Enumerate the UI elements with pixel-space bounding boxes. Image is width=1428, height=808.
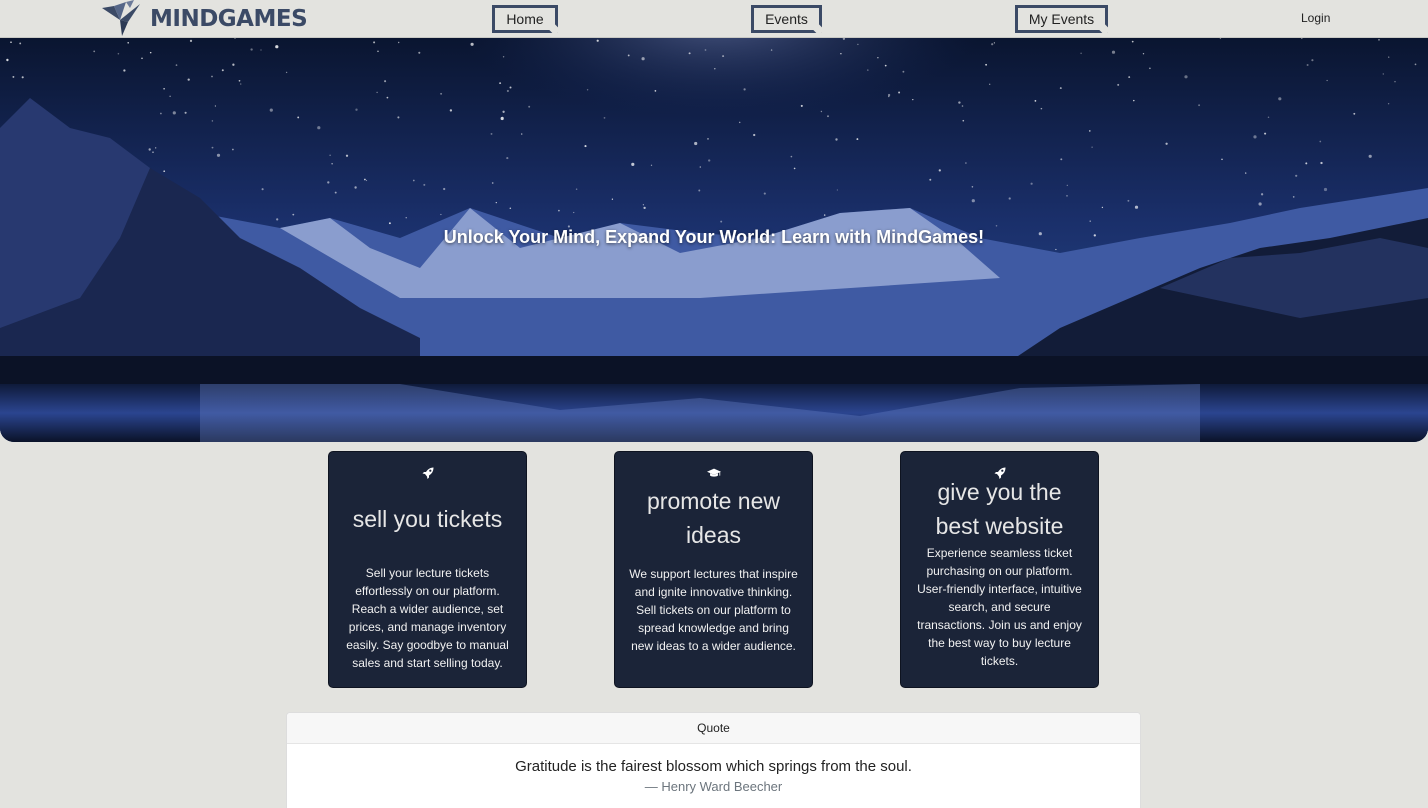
- hero-tagline: Unlock Your Mind, Expand Your World: Lea…: [443, 227, 985, 247]
- navbar: MINDGAMES Home Events My Events Login: [0, 0, 1428, 38]
- nav-events-button[interactable]: Events: [751, 5, 822, 33]
- quote-author: — Henry Ward Beecher: [644, 779, 783, 794]
- brand-logo[interactable]: MINDGAMES: [100, 0, 308, 38]
- quote-card: Quote Gratitude is the fairest blossom w…: [286, 712, 1141, 808]
- hero-banner: Unlock Your Mind, Expand Your World: Lea…: [0, 38, 1428, 442]
- nav-events-label: Events: [765, 11, 808, 27]
- origami-bird-icon: [102, 0, 140, 36]
- feature-card-sell-tickets: sell you tickets Sell your lecture ticke…: [328, 451, 527, 688]
- feature-text: We support lectures that inspire and ign…: [629, 567, 798, 653]
- nav-my-events-button[interactable]: My Events: [1015, 5, 1108, 33]
- feature-title: promote new ideas: [647, 488, 780, 548]
- feature-card-promote-ideas: promote new ideas We support lectures th…: [614, 451, 813, 688]
- login-link[interactable]: Login: [1301, 11, 1330, 25]
- rocket-icon: [422, 467, 433, 479]
- feature-text: Sell your lecture tickets effortlessly o…: [346, 566, 509, 670]
- feature-card-best-website: give you the best website Experience sea…: [900, 451, 1099, 688]
- nav-my-events-label: My Events: [1028, 11, 1095, 27]
- quote-header: Quote: [287, 713, 1140, 744]
- quote-text: Gratitude is the fairest blossom which s…: [515, 758, 912, 775]
- feature-title: give you the best website: [935, 479, 1064, 539]
- graduation-cap-icon: [706, 468, 721, 477]
- brand-name: MINDGAMES: [150, 6, 308, 32]
- feature-title: sell you tickets: [352, 506, 503, 532]
- nav-home-button[interactable]: Home: [492, 5, 558, 33]
- feature-text: Experience seamless ticket purchasing on…: [917, 546, 1082, 668]
- nav-home-label: Home: [506, 11, 544, 27]
